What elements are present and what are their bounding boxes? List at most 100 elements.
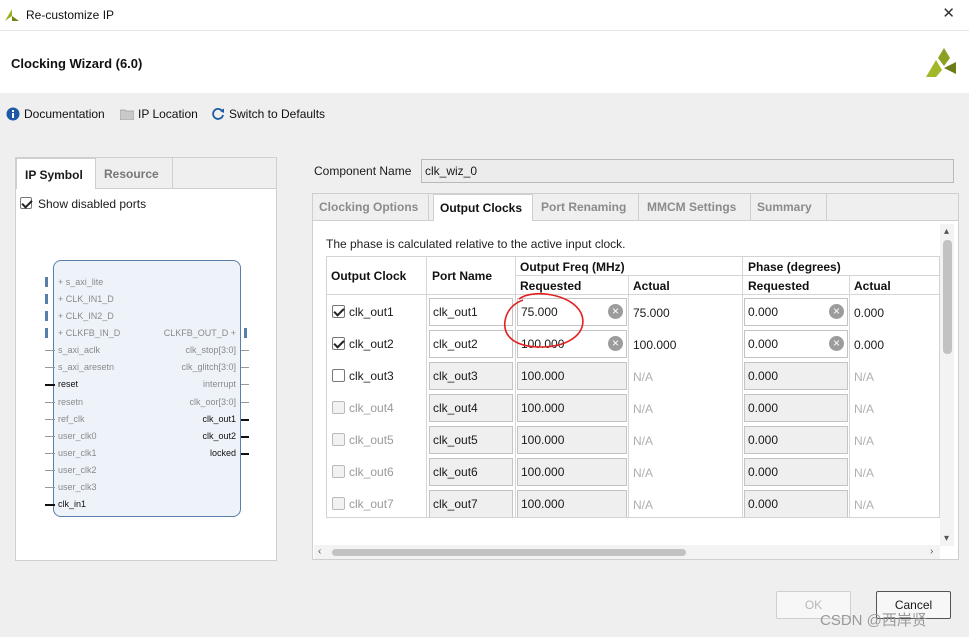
header-output-clock: Output Clock	[331, 269, 407, 283]
output-clock-checkbox[interactable]	[332, 401, 345, 414]
freq-actual-value: 100.000	[633, 338, 677, 352]
right-pin-label: interrupt	[202, 379, 236, 389]
tab-output-clocks[interactable]: Output Clocks	[433, 194, 533, 221]
ip-location-label: IP Location	[138, 107, 198, 121]
header-output-freq: Output Freq (MHz)	[520, 260, 625, 274]
phase-actual-value: N/A	[854, 370, 875, 384]
port-name-input[interactable]: clk_out4	[429, 394, 513, 422]
annotation-circle	[504, 292, 584, 348]
right-pin-label: clk_glitch[3:0]	[181, 362, 236, 372]
vertical-scroll-thumb[interactable]	[943, 240, 952, 354]
tab-mmcm-settings[interactable]: MMCM Settings	[641, 194, 751, 220]
phase-requested-input[interactable]: 0.000	[744, 458, 848, 486]
phase-clear-icon[interactable]: ×	[829, 336, 844, 351]
left-pin-line	[45, 504, 55, 506]
right-pin-line	[244, 328, 247, 338]
scroll-right-icon[interactable]: ›	[930, 546, 933, 557]
phase-actual-value: N/A	[854, 402, 875, 416]
right-pin-label: locked	[209, 448, 236, 458]
documentation-label: Documentation	[24, 107, 105, 121]
output-clock-name: clk_out4	[349, 401, 394, 415]
left-pin-line	[45, 311, 48, 321]
component-name-input[interactable]: clk_wiz_0	[421, 159, 954, 183]
output-clock-name: clk_out7	[349, 497, 394, 511]
watermark: CSDN @西岸贤	[820, 612, 927, 629]
port-name-input[interactable]: clk_out6	[429, 458, 513, 486]
tab-ip-symbol[interactable]: IP Symbol	[16, 158, 96, 189]
header-freq-actual: Actual	[633, 279, 670, 293]
phase-clear-icon[interactable]: ×	[829, 304, 844, 319]
port-name-input[interactable]: clk_out5	[429, 426, 513, 454]
left-pin-label: reset	[58, 379, 79, 389]
right-pin-line	[241, 453, 249, 455]
freq-requested-input[interactable]: 100.000	[517, 426, 627, 454]
left-pin-label: user_clk0	[58, 431, 97, 441]
tab-resource[interactable]: Resource	[96, 158, 173, 188]
freq-requested-input[interactable]: 100.000	[517, 490, 627, 517]
info-icon	[6, 107, 20, 121]
left-pin-label: s_axi_aclk	[58, 345, 101, 355]
freq-requested-input[interactable]: 100.000	[517, 458, 627, 486]
window-title: Re-customize IP	[26, 8, 115, 22]
ip-location-button[interactable]: IP Location	[120, 107, 198, 121]
wizard-header: Clocking Wizard (6.0)	[0, 31, 969, 93]
left-pin-label: resetn	[58, 397, 84, 407]
port-name-input[interactable]: clk_out3	[429, 362, 513, 390]
output-clock-checkbox[interactable]	[332, 337, 345, 350]
phase-requested-input[interactable]: 0.000	[744, 394, 848, 422]
freq-actual-value: N/A	[633, 370, 654, 384]
switch-defaults-label: Switch to Defaults	[229, 107, 326, 121]
right-pin-label: clk_out2	[202, 431, 236, 441]
freq-clear-icon[interactable]: ×	[608, 336, 623, 351]
header-phase-actual: Actual	[854, 279, 891, 293]
phase-requested-input[interactable]: 0.000	[744, 490, 848, 517]
scroll-down-icon[interactable]: ▾	[944, 533, 949, 544]
left-tabbar: IP Symbol Resource	[16, 158, 276, 189]
freq-clear-icon[interactable]: ×	[608, 304, 623, 319]
freq-requested-input[interactable]: 100.000	[517, 394, 627, 422]
close-icon[interactable]: ✕	[942, 4, 955, 22]
right-pin-label: clk_stop[3:0]	[185, 345, 236, 355]
left-pin-label: ref_clk	[58, 414, 85, 424]
output-clock-checkbox[interactable]	[332, 465, 345, 478]
phase-actual-value: N/A	[854, 498, 875, 512]
freq-actual-value: 75.000	[633, 306, 670, 320]
horizontal-scroll-thumb[interactable]	[332, 549, 686, 556]
scroll-up-icon[interactable]: ▴	[944, 226, 949, 237]
output-clock-checkbox[interactable]	[332, 433, 345, 446]
output-clock-checkbox[interactable]	[332, 305, 345, 318]
left-pin-label: + s_axi_lite	[58, 277, 104, 287]
tab-port-renaming[interactable]: Port Renaming	[535, 194, 639, 220]
switch-defaults-button[interactable]: Switch to Defaults	[211, 107, 325, 121]
left-pin-line	[45, 294, 48, 304]
tab-summary[interactable]: Summary	[751, 194, 827, 220]
phase-requested-input[interactable]: 0.000	[744, 362, 848, 390]
right-pin-label: clk_out1	[202, 414, 236, 424]
phase-requested-input[interactable]: 0.000	[744, 426, 848, 454]
show-disabled-ports-label: Show disabled ports	[38, 197, 147, 211]
right-pin-line	[241, 350, 249, 351]
phase-actual-value: N/A	[854, 434, 875, 448]
header-phase: Phase (degrees)	[748, 260, 841, 274]
output-clocks-table: Output Clock Port Name Output Freq (MHz)…	[326, 256, 940, 518]
phase-note: The phase is calculated relative to the …	[326, 237, 626, 251]
show-disabled-ports-checkbox[interactable]	[20, 197, 32, 209]
left-pin-line	[45, 328, 48, 338]
tab-clocking-options[interactable]: Clocking Options	[313, 194, 429, 220]
freq-actual-value: N/A	[633, 498, 654, 512]
config-tabbar: Clocking Options Output Clocks Port Rena…	[313, 194, 958, 221]
title-bar: Re-customize IP ✕	[0, 0, 969, 31]
left-pin-line	[45, 453, 55, 454]
output-clock-checkbox[interactable]	[332, 369, 345, 382]
documentation-button[interactable]: Documentation	[6, 107, 105, 121]
left-pin-line	[45, 384, 55, 386]
left-pin-label: user_clk3	[58, 482, 97, 492]
output-clock-checkbox[interactable]	[332, 497, 345, 510]
scroll-left-icon[interactable]: ‹	[318, 546, 321, 557]
left-pin-line	[45, 367, 55, 368]
left-pin-line	[45, 350, 55, 351]
wizard-title: Clocking Wizard (6.0)	[11, 56, 143, 71]
freq-requested-input[interactable]: 100.000	[517, 362, 627, 390]
port-name-input[interactable]: clk_out7	[429, 490, 513, 517]
refresh-icon	[212, 108, 224, 120]
